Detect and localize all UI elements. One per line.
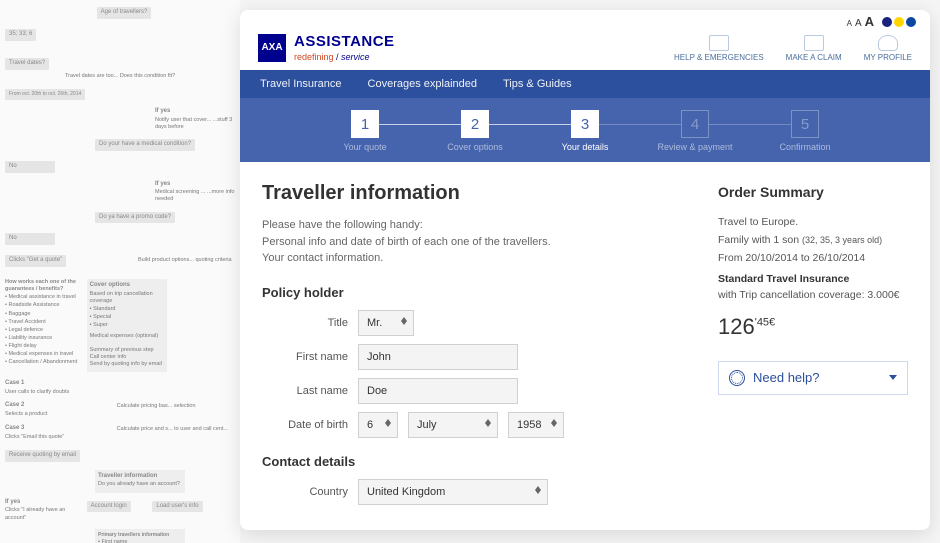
page-title: Traveller information — [262, 182, 690, 205]
brand: AXA ASSISTANCE redefining / service — [258, 33, 395, 62]
main-content: Traveller information Please have the fo… — [240, 162, 930, 530]
nav-tips-guides[interactable]: Tips & Guides — [503, 78, 572, 90]
camera-icon — [709, 35, 729, 51]
person-icon — [878, 35, 898, 51]
nav-travel-insurance[interactable]: Travel Insurance — [260, 78, 342, 90]
firstname-input[interactable] — [358, 344, 518, 370]
need-help-toggle[interactable]: Need help? — [718, 361, 908, 395]
font-size-controls: A A A — [847, 14, 874, 29]
brand-tagline: redefining / service — [294, 52, 395, 62]
font-large-button[interactable]: A — [865, 14, 874, 29]
summary-price: 126'45€ — [718, 310, 908, 343]
country-label: Country — [262, 486, 358, 498]
header: AXA ASSISTANCE redefining / service HELP… — [240, 29, 930, 70]
step-cover-options[interactable]: 2 Cover options — [420, 110, 530, 152]
font-small-button[interactable]: A — [847, 19, 852, 28]
theme-color-controls — [882, 17, 916, 27]
summary-dates: From 20/10/2014 to 26/10/2014 — [718, 251, 908, 267]
step-your-quote[interactable]: 1 Your quote — [310, 110, 420, 152]
summary-product: Standard Travel Insurance — [718, 272, 908, 288]
summary-family: Family with 1 son (32, 35, 3 years old) — [718, 233, 908, 249]
dob-year-select[interactable] — [508, 412, 564, 438]
dob-month-select[interactable] — [408, 412, 498, 438]
order-summary: Order Summary Travel to Europe. Family w… — [718, 182, 908, 343]
step-review-payment: 4 Review & payment — [640, 110, 750, 152]
summary-destination: Travel to Europe. — [718, 215, 908, 231]
summary-title: Order Summary — [718, 182, 908, 207]
theme-dot-3[interactable] — [906, 17, 916, 27]
help-emergencies-link[interactable]: HELP & EMERGENCIES — [674, 35, 764, 62]
title-label: Title — [262, 317, 358, 329]
title-select[interactable] — [358, 310, 414, 336]
lastname-label: Last name — [262, 385, 358, 397]
firstname-label: First name — [262, 351, 358, 363]
brand-logo: AXA — [258, 34, 286, 62]
lifebuoy-icon — [729, 370, 745, 386]
country-select[interactable] — [358, 479, 548, 505]
wireframe-background: Age of travellers? 35; 33; 6 Travel date… — [0, 0, 240, 543]
my-profile-link[interactable]: MY PROFILE — [864, 35, 912, 62]
progress-steps: 1 Your quote 2 Cover options 3 Your deta… — [240, 98, 930, 162]
make-claim-link[interactable]: MAKE A CLAIM — [786, 35, 842, 62]
lastname-input[interactable] — [358, 378, 518, 404]
document-icon — [804, 35, 824, 51]
header-utility-links: HELP & EMERGENCIES MAKE A CLAIM MY PROFI… — [674, 35, 912, 62]
intro-text: Please have the following handy: Persona… — [262, 217, 690, 267]
form-column: Traveller information Please have the fo… — [262, 182, 690, 513]
policy-holder-heading: Policy holder — [262, 285, 690, 300]
nav-coverages[interactable]: Coverages explainded — [368, 78, 477, 90]
chevron-down-icon — [889, 375, 897, 380]
need-help-label: Need help? — [753, 370, 820, 385]
contact-details-heading: Contact details — [262, 454, 690, 469]
summary-coverage: with Trip cancellation coverage: 3.000€ — [718, 288, 908, 304]
order-summary-column: Order Summary Travel to Europe. Family w… — [718, 182, 908, 513]
app-window: A A A AXA ASSISTANCE redefining / servic… — [240, 10, 930, 530]
theme-dot-2[interactable] — [894, 17, 904, 27]
utility-bar: A A A — [240, 10, 930, 29]
brand-name: ASSISTANCE — [294, 33, 395, 50]
main-nav: Travel Insurance Coverages explainded Ti… — [240, 70, 930, 98]
font-medium-button[interactable]: A — [855, 18, 862, 29]
dob-day-select[interactable] — [358, 412, 398, 438]
step-your-details[interactable]: 3 Your details — [530, 110, 640, 152]
theme-dot-1[interactable] — [882, 17, 892, 27]
step-confirmation: 5 Confirmation — [750, 110, 860, 152]
dob-label: Date of birth — [262, 419, 358, 431]
